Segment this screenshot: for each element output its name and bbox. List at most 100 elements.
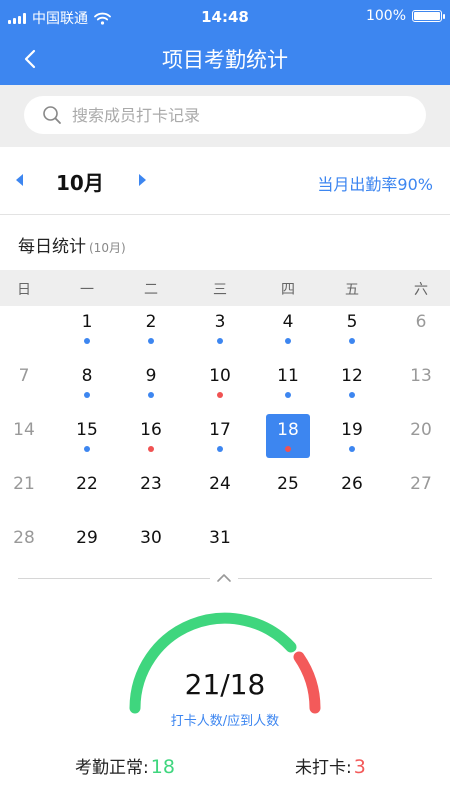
calendar-day-number: 19 (341, 420, 363, 440)
calendar-day[interactable]: 27 (399, 468, 443, 512)
calendar-day[interactable]: 7 (2, 360, 46, 404)
calendar-day[interactable]: 16 (129, 414, 173, 458)
calendar-day-number: 17 (209, 420, 231, 440)
calendar-day-number: 27 (410, 474, 432, 494)
calendar-day[interactable]: 13 (399, 360, 443, 404)
daily-stats-heading: 每日统计 (10月) (18, 232, 126, 257)
calendar-day[interactable]: 1 (65, 306, 109, 350)
attendance-ratio-label: 打卡人数/应到人数 (170, 714, 280, 729)
calendar-day[interactable]: 31 (198, 522, 242, 566)
normal-dot-icon (148, 392, 154, 398)
nav-bar: 项目考勤统计 (0, 34, 450, 85)
month-selector: 10月 当月出勤率90% (0, 147, 450, 215)
missed-punch-label: 未打卡: (295, 758, 352, 778)
normal-dot-icon (217, 446, 223, 452)
calendar-day[interactable]: 8 (65, 360, 109, 404)
calendar-day-number: 1 (81, 312, 93, 332)
normal-attendance-label: 考勤正常: (75, 758, 149, 778)
normal-dot-icon (349, 392, 355, 398)
calendar-day-number: 10 (209, 366, 231, 386)
search-box[interactable] (24, 96, 426, 134)
attendance-rate[interactable]: 当月出勤率90% (317, 171, 433, 195)
calendar-day-number: 12 (341, 366, 363, 386)
calendar-day[interactable]: 24 (198, 468, 242, 512)
absent-dot-icon (285, 446, 291, 452)
weekday-label: 三 (213, 282, 227, 298)
daily-stats-subtitle: (10月) (89, 241, 126, 255)
calendar-day[interactable]: 3 (198, 306, 242, 350)
normal-dot-icon (285, 338, 291, 344)
calendar-day-number: 16 (140, 420, 162, 440)
calendar-day[interactable]: 20 (399, 414, 443, 458)
calendar-day[interactable]: 10 (198, 360, 242, 404)
calendar-day[interactable]: 11 (266, 360, 310, 404)
calendar-day[interactable]: 5 (330, 306, 374, 350)
calendar-day-number: 18 (277, 420, 299, 440)
weekday-label: 一 (80, 282, 94, 298)
calendar-day-number: 22 (76, 474, 98, 494)
calendar-grid: 1 2 3 4 5 6 7 8 9 10 11 12 13 14 15 16 17 18 19 20 21 22 23 24 2… (0, 306, 450, 574)
calendar-day-number: 3 (214, 312, 226, 332)
calendar-day[interactable]: 22 (65, 468, 109, 512)
normal-dot-icon (148, 338, 154, 344)
normal-dot-icon (349, 446, 355, 452)
search-input[interactable] (70, 104, 394, 126)
calendar-day[interactable]: 25 (266, 468, 310, 512)
calendar-day[interactable]: 29 (65, 522, 109, 566)
calendar-day[interactable]: 30 (129, 522, 173, 566)
calendar-day-number: 23 (140, 474, 162, 494)
normal-dot-icon (349, 338, 355, 344)
normal-dot-icon (84, 338, 90, 344)
calendar-day-number: 6 (415, 312, 427, 332)
calendar-day-number: 2 (145, 312, 157, 332)
calendar-day-number: 26 (341, 474, 363, 494)
status-bar: 中国联通 14:48 100% (0, 0, 450, 34)
collapse-button[interactable] (213, 570, 235, 584)
calendar-day-number: 21 (13, 474, 35, 494)
calendar-day[interactable]: 21 (2, 468, 46, 512)
daily-stats-title: 每日统计 (18, 237, 86, 257)
calendar-day[interactable]: 9 (129, 360, 173, 404)
calendar-day[interactable]: 28 (2, 522, 46, 566)
calendar-day-number: 29 (76, 528, 98, 548)
calendar-day[interactable]: 17 (198, 414, 242, 458)
attendance-ratio: 21/18 (184, 668, 266, 701)
calendar-day[interactable]: 15 (65, 414, 109, 458)
calendar-day[interactable]: 4 (266, 306, 310, 350)
normal-attendance-value: 18 (150, 756, 175, 778)
calendar-day-number: 7 (18, 366, 30, 386)
page-title: 项目考勤统计 (162, 48, 288, 72)
prev-month-arrow-icon[interactable] (16, 174, 23, 186)
divider (238, 578, 432, 579)
chevron-up-icon (217, 574, 231, 582)
weekday-label: 五 (345, 282, 359, 298)
attendance-gauge (129, 612, 321, 714)
battery-icon (412, 10, 445, 22)
calendar-day[interactable]: 14 (2, 414, 46, 458)
normal-dot-icon (217, 338, 223, 344)
weekday-label: 日 (17, 282, 31, 298)
calendar-day-number: 20 (410, 420, 432, 440)
calendar-day[interactable]: 12 (330, 360, 374, 404)
search-icon (43, 106, 61, 124)
absent-dot-icon (217, 392, 223, 398)
calendar-day[interactable]: 18 (266, 414, 310, 458)
weekday-label: 四 (281, 282, 295, 298)
calendar-day-number: 5 (346, 312, 358, 332)
next-month-arrow-icon[interactable] (139, 174, 146, 186)
calendar-day[interactable]: 2 (129, 306, 173, 350)
weekday-label: 二 (144, 282, 158, 298)
battery-info: 100% (366, 8, 445, 24)
calendar-day[interactable]: 19 (330, 414, 374, 458)
absent-dot-icon (148, 446, 154, 452)
calendar-day-number: 8 (81, 366, 93, 386)
calendar-day[interactable]: 23 (129, 468, 173, 512)
calendar-day-number: 14 (13, 420, 35, 440)
divider (18, 578, 210, 579)
calendar-day[interactable]: 26 (330, 468, 374, 512)
weekday-header: 日一二三四五六 (0, 270, 450, 306)
weekday-label: 六 (414, 282, 428, 298)
top-bar: 中国联通 14:48 100% 项目考勤统计 (0, 0, 450, 85)
calendar-day[interactable]: 6 (399, 306, 443, 350)
normal-attendance-stat: 考勤正常: 18 (75, 753, 175, 778)
